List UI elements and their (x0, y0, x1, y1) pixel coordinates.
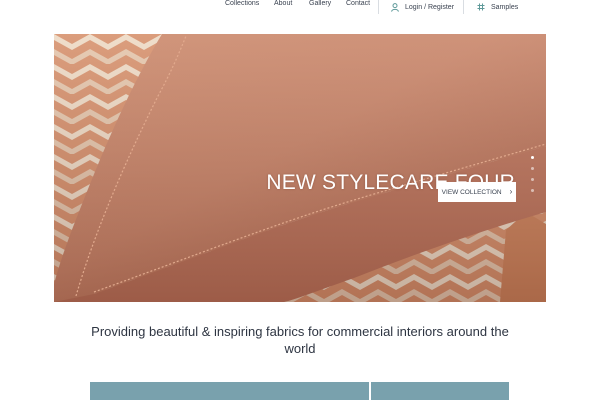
login-register-label: Login / Register (405, 3, 455, 11)
nav-about-link[interactable]: About (274, 0, 292, 8)
nav-gallery-link[interactable]: Gallery (309, 0, 331, 8)
slider-dot[interactable] (531, 189, 534, 192)
view-collection-label: VIEW COLLECTION (441, 188, 502, 196)
samples-label: Samples (491, 3, 519, 11)
user-icon (391, 2, 399, 12)
nav-collections-link[interactable]: Collections (225, 0, 259, 8)
slider-dot[interactable] (531, 156, 534, 159)
nav-divider (463, 0, 464, 14)
nav-contact-link[interactable]: Contact (346, 0, 370, 8)
slider-dot[interactable] (531, 167, 534, 170)
login-register-link[interactable]: Login / Register (391, 2, 454, 12)
slider-pagination (531, 156, 535, 200)
feature-tile[interactable] (90, 382, 369, 400)
tagline: Providing beautiful & inspiring fabrics … (91, 324, 509, 356)
samples-link[interactable]: Samples (477, 2, 518, 12)
hero-slider: NEW STYLECARE FOUR VIEW COLLECTION › (54, 34, 546, 302)
feature-tile[interactable] (371, 382, 509, 400)
chevron-right-icon: › (509, 187, 513, 196)
hero-fabric-image (54, 34, 546, 302)
top-navigation: Collections About Gallery Contact Login … (0, 0, 600, 18)
view-collection-button[interactable]: VIEW COLLECTION › (438, 182, 516, 202)
slider-dot[interactable] (531, 178, 534, 181)
nav-divider (378, 0, 379, 14)
grid-icon (477, 3, 485, 11)
